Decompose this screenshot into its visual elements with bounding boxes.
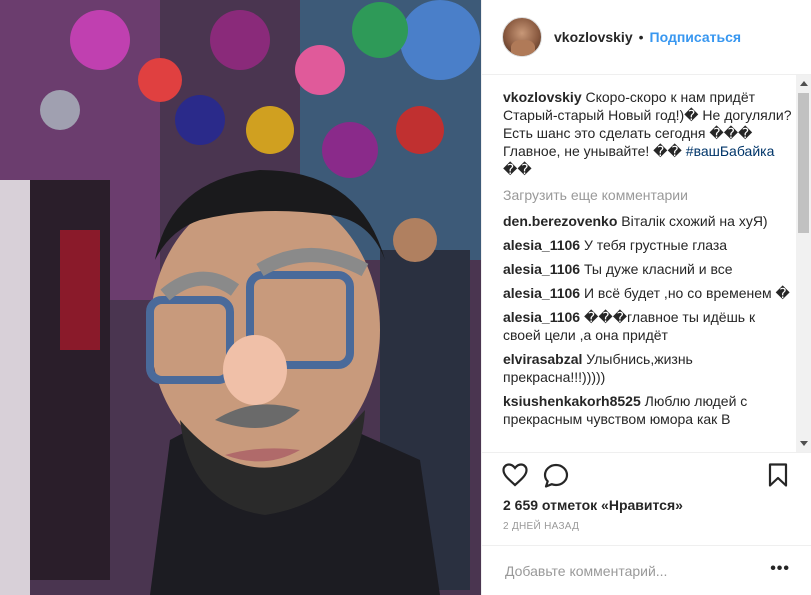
caption-hashtag[interactable]: #вашБабайка <box>686 143 775 159</box>
comments-scrollbar[interactable] <box>796 75 811 452</box>
comment-item: alesia_1106 Ты дуже класний и все <box>503 260 794 278</box>
comment-item: alesia_1106 ���главное ты идёшь к своей … <box>503 308 794 344</box>
comment-author[interactable]: alesia_1106 <box>503 237 580 253</box>
scroll-down-arrow-icon[interactable] <box>800 441 808 446</box>
comment-author[interactable]: alesia_1106 <box>503 285 580 301</box>
scroll-up-arrow-icon[interactable] <box>800 81 808 86</box>
comment-author[interactable]: ksiushenkakorh8525 <box>503 393 641 409</box>
bookmark-icon[interactable] <box>768 463 788 492</box>
follow-button[interactable]: Подписаться <box>650 29 742 45</box>
likes-count[interactable]: 2 659 отметок «Нравится» <box>503 497 683 513</box>
comment-item: den.berezovenko Віталік схожий на хуЯ) <box>503 212 794 230</box>
comment-author[interactable]: alesia_1106 <box>503 309 580 325</box>
comment-input[interactable] <box>503 560 757 582</box>
comment-text: Віталік схожий на хуЯ) <box>621 213 768 229</box>
post-caption: vkozlovskiy Скоро-скоро к нам придёт Ста… <box>503 88 794 178</box>
add-comment-bar: ••• <box>482 545 811 595</box>
post-timestamp[interactable]: 2 ДНЕЙ НАЗАД <box>503 521 579 532</box>
comment-item: ksiushenkakorh8525 Люблю людей с прекрас… <box>503 392 794 428</box>
author-username[interactable]: vkozlovskiy <box>554 29 633 45</box>
heart-icon[interactable] <box>502 463 528 492</box>
photo-illustration <box>0 0 481 595</box>
comment-item: alesia_1106 И всё будет ,но со временем … <box>503 284 794 302</box>
caption-author[interactable]: vkozlovskiy <box>503 89 582 105</box>
more-options-button[interactable]: ••• <box>770 560 790 578</box>
comment-icon[interactable] <box>543 463 569 494</box>
scrollbar-thumb[interactable] <box>798 93 809 233</box>
post-header: vkozlovskiy • Подписаться <box>482 0 811 75</box>
comment-item: elvirasabzal Улыбнись,жизнь прекрасна!!!… <box>503 350 794 386</box>
comment-author[interactable]: den.berezovenko <box>503 213 617 229</box>
post-actions <box>482 452 811 497</box>
avatar[interactable] <box>502 17 542 57</box>
comments-list: vkozlovskiy Скоро-скоро к нам придёт Ста… <box>482 75 811 452</box>
comment-text: И всё будет ,но со временем � <box>583 285 790 301</box>
load-more-comments-button[interactable]: Загрузить еще комментарии <box>503 186 794 204</box>
post-sidebar: vkozlovskiy • Подписаться vkozlovskiy Ск… <box>481 0 811 595</box>
post-photo <box>0 0 481 595</box>
comment-text: Ты дуже класний и все <box>583 261 733 277</box>
caption-trailing: �� <box>503 161 532 177</box>
comment-author[interactable]: elvirasabzal <box>503 351 582 367</box>
comment-item: alesia_1106 У тебя грустные глаза <box>503 236 794 254</box>
separator-dot: • <box>638 29 644 45</box>
comment-author[interactable]: alesia_1106 <box>503 261 580 277</box>
comment-text: У тебя грустные глаза <box>583 237 728 253</box>
